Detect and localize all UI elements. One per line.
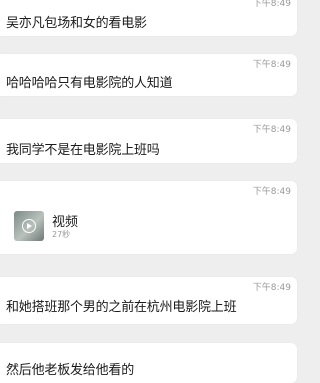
chat-message: 下午8:49 和她搭班那个男的之前在杭州电影院上班 — [0, 277, 297, 324]
message-timestamp: 下午8:49 — [252, 0, 291, 9]
video-title: 视频 — [52, 215, 79, 230]
video-duration: 27秒 — [52, 230, 71, 239]
play-icon — [22, 219, 36, 233]
message-text: 我同学不是在电影院上班吗 — [6, 143, 160, 158]
chat-message: 下午8:49 哈哈哈哈只有电影院的人知道 — [0, 54, 297, 96]
message-timestamp: 下午8:49 — [252, 187, 291, 197]
message-text: 然后他老板发给他看的 — [6, 363, 135, 378]
message-timestamp: 下午8:49 — [252, 60, 291, 70]
video-thumbnail[interactable] — [14, 211, 44, 241]
chat-message: 下午8:49 我同学不是在电影院上班吗 — [0, 119, 297, 163]
message-timestamp: 下午8:49 — [252, 283, 291, 293]
message-text: 哈哈哈哈只有电影院的人知道 — [6, 76, 173, 91]
message-timestamp: 下午8:49 — [252, 125, 291, 135]
chat-message: 然后他老板发给他看的 — [0, 343, 297, 383]
message-text: 吴亦凡包场和女的看电影 — [6, 16, 147, 31]
message-text: 和她搭班那个男的之前在杭州电影院上班 — [6, 300, 237, 315]
chat-message: 下午8:49 吴亦凡包场和女的看电影 — [0, 0, 297, 36]
video-attachment[interactable]: 视频 27秒 — [6, 205, 166, 245]
